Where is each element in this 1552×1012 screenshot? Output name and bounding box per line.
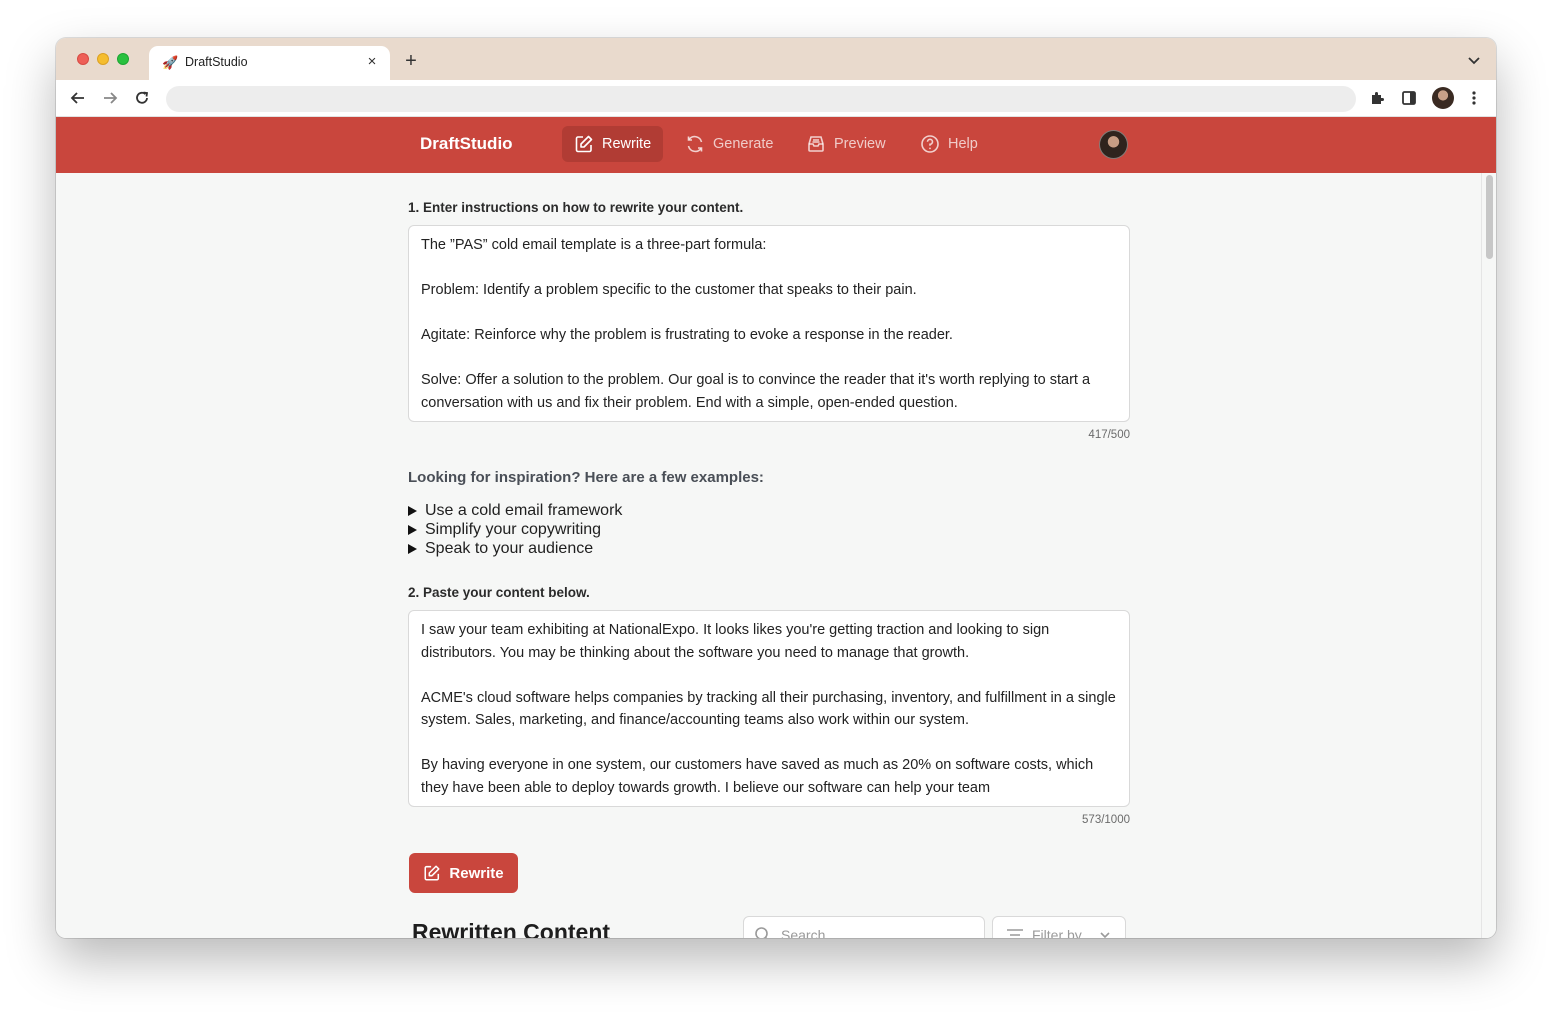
arrow-right-icon (104, 92, 118, 104)
inspiration-heading: Looking for inspiration? Here are a few … (408, 469, 764, 486)
reload-icon (136, 91, 149, 104)
content-char-counter: 573/1000 (1082, 814, 1130, 826)
filter-icon (1007, 929, 1023, 936)
new-tab-button[interactable]: + (400, 50, 422, 72)
filter-dropdown[interactable]: Filter by (992, 916, 1126, 938)
nav-rewrite-label: Rewrite (602, 136, 652, 152)
tab-strip: 🚀 DraftStudio × + (56, 38, 1496, 80)
tab-search-chevron-icon[interactable] (1466, 52, 1482, 68)
side-panel-icon (1402, 91, 1416, 105)
page-scrollbar[interactable] (1481, 173, 1496, 938)
reload-button[interactable] (131, 87, 153, 109)
nav-generate[interactable]: Generate (673, 126, 785, 162)
nav-rewrite[interactable]: Rewrite (562, 126, 664, 162)
nav-generate-label: Generate (713, 136, 774, 152)
user-avatar[interactable] (1099, 130, 1128, 159)
profile-avatar[interactable] (1432, 87, 1454, 109)
close-tab-icon[interactable]: × (363, 53, 381, 71)
rocket-icon: 🚀 (162, 55, 179, 70)
nav-preview-label: Preview (834, 136, 886, 152)
brand-logo[interactable]: DraftStudio (420, 134, 513, 154)
scrollbar-thumb[interactable] (1486, 175, 1493, 259)
back-button[interactable] (67, 87, 89, 109)
example-label: Speak to your audience (425, 540, 594, 557)
nav-help[interactable]: Help (908, 126, 990, 162)
instructions-label: 1. Enter instructions on how to rewrite … (408, 200, 744, 215)
browser-menu-button[interactable] (1463, 87, 1485, 109)
instructions-char-counter: 417/500 (1088, 429, 1130, 441)
inbox-icon (808, 136, 824, 152)
example-item[interactable]: Use a cold email framework (408, 501, 622, 520)
side-panel-button[interactable] (1398, 87, 1420, 109)
disclosure-triangle-icon (408, 524, 417, 535)
disclosure-triangle-icon (408, 505, 417, 516)
inspiration-examples: Use a cold email framework Simplify your… (408, 501, 622, 558)
address-bar[interactable] (166, 86, 1356, 112)
kebab-menu-icon (1472, 91, 1476, 105)
rewritten-content-heading: Rewritten Content (412, 919, 611, 938)
search-icon (755, 927, 768, 938)
nav-help-label: Help (948, 136, 978, 152)
maximize-window-button[interactable] (117, 53, 129, 65)
help-circle-icon (921, 135, 939, 153)
instructions-textarea[interactable]: The ”PAS” cold email template is a three… (408, 225, 1130, 422)
filter-label: Filter by (1032, 927, 1082, 938)
example-label: Use a cold email framework (425, 502, 623, 519)
edit-icon (424, 865, 440, 881)
close-window-button[interactable] (77, 53, 89, 65)
example-item[interactable]: Speak to your audience (408, 539, 622, 558)
example-label: Simplify your copywriting (425, 521, 602, 538)
app-header: DraftStudio Rewrite Generate Preview Hel… (56, 117, 1496, 173)
minimize-window-button[interactable] (97, 53, 109, 65)
search-placeholder: Search (781, 927, 826, 938)
rewrite-button[interactable]: Rewrite (409, 853, 518, 893)
browser-toolbar (56, 80, 1496, 117)
main-content: 1. Enter instructions on how to rewrite … (56, 173, 1496, 938)
chevron-down-icon (1100, 932, 1110, 938)
content-label: 2. Paste your content below. (408, 585, 590, 600)
rewrite-button-label: Rewrite (449, 864, 504, 882)
search-input[interactable]: Search (743, 916, 985, 938)
browser-window: 🚀 DraftStudio × + DraftStudio Rewrite Ge… (56, 38, 1496, 938)
edit-icon (575, 135, 593, 153)
example-item[interactable]: Simplify your copywriting (408, 520, 622, 539)
forward-button[interactable] (99, 87, 121, 109)
puzzle-icon (1372, 92, 1384, 104)
refresh-icon (687, 135, 703, 153)
content-textarea[interactable]: I saw your team exhibiting at NationalEx… (408, 610, 1130, 807)
disclosure-triangle-icon (408, 543, 417, 554)
arrow-left-icon (70, 92, 84, 104)
tab-title: DraftStudio (185, 55, 248, 69)
nav-preview[interactable]: Preview (794, 126, 898, 162)
browser-tab[interactable]: 🚀 DraftStudio × (149, 46, 390, 80)
extensions-button[interactable] (1366, 87, 1388, 109)
